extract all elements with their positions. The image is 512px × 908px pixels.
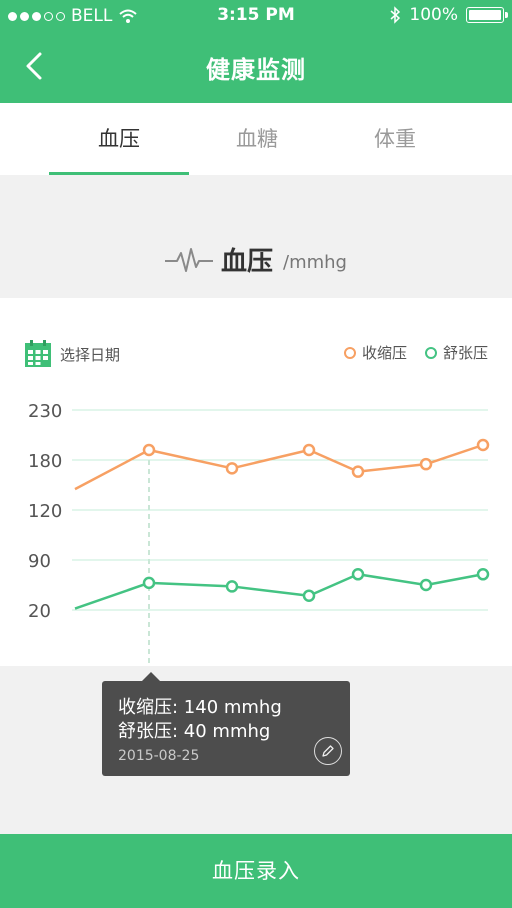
systolic-point (225, 462, 239, 475)
diastolic-point (225, 580, 239, 593)
diastolic-point (351, 568, 365, 581)
diastolic-point (142, 576, 156, 590)
nav-bar: 健康监测 (0, 32, 512, 103)
diastolic-point (419, 578, 433, 592)
battery-icon (466, 7, 508, 23)
page-title: 健康监测 (206, 56, 306, 84)
systolic-point (476, 438, 490, 452)
edit-button[interactable] (314, 737, 342, 765)
systolic-point (302, 443, 316, 457)
metric-unit: /mmhg (283, 252, 347, 273)
status-bar: BELL 3:15 PM 100% (0, 0, 512, 32)
y-tick-label: 20 (28, 601, 51, 622)
metric-header: 血压 /mmhg (0, 175, 512, 298)
tab-bar: 血压 血糖 体重 (0, 103, 512, 175)
y-tick-label: 120 (28, 501, 62, 522)
tab-blood-sugar[interactable]: 血糖 (197, 103, 317, 175)
y-tick-label: 180 (28, 451, 62, 472)
chart-card: 选择日期 收缩压 舒张压 230 180 120 90 20 (0, 298, 512, 666)
heartbeat-icon (165, 247, 213, 272)
diastolic-point (302, 589, 316, 602)
y-tick-label: 230 (28, 401, 62, 422)
systolic-point (142, 443, 156, 457)
tooltip-date: 2015-08-25 (118, 748, 200, 764)
blood-pressure-chart[interactable]: 230 180 120 90 20 (0, 298, 512, 666)
systolic-point (419, 457, 433, 471)
metric-name: 血压 (221, 247, 274, 277)
systolic-point (351, 465, 365, 478)
data-tooltip: 收缩压: 140 mmhg 舒张压: 40 mmhg 2015-08-25 (102, 672, 350, 776)
tooltip-systolic: 收缩压: 140 mmhg (118, 697, 282, 718)
y-tick-label: 90 (28, 551, 51, 572)
pencil-icon (322, 745, 334, 757)
tooltip-diastolic: 舒张压: 40 mmhg (118, 721, 271, 742)
diastolic-point (476, 568, 490, 581)
blood-pressure-entry-button[interactable]: 血压录入 (0, 834, 512, 908)
tab-weight[interactable]: 体重 (335, 103, 455, 175)
diastolic-line (74, 573, 484, 610)
tab-blood-pressure[interactable]: 血压 (49, 103, 189, 175)
bluetooth-icon (390, 6, 401, 24)
battery-percent: 100% (409, 5, 458, 25)
